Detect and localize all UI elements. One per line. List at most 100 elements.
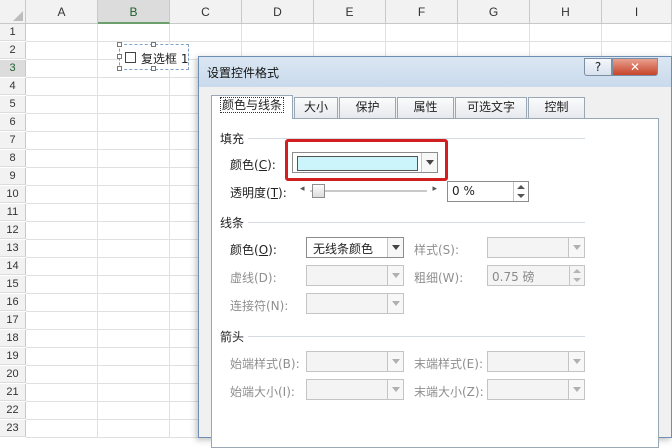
section-divider xyxy=(248,222,585,223)
end-size-label: 末端大小(Z): xyxy=(414,385,484,399)
line-color-dropdown[interactable]: 无线条颜色 xyxy=(306,237,404,258)
row-header-2[interactable]: 2 xyxy=(0,42,26,59)
chevron-down-icon xyxy=(568,380,584,399)
row-header-15[interactable]: 15 xyxy=(0,276,26,293)
line-style-dropdown xyxy=(487,237,585,258)
resize-handle[interactable] xyxy=(151,66,156,71)
transparency-value: 0 % xyxy=(452,184,475,198)
column-header-d[interactable]: D xyxy=(242,0,314,24)
arrows-section-title: 箭头 xyxy=(220,330,245,344)
resize-handle[interactable] xyxy=(117,42,122,47)
begin-style-label: 始端样式(B): xyxy=(230,357,300,371)
row-header-20[interactable]: 20 xyxy=(0,366,26,383)
tab-size[interactable]: 大小 xyxy=(294,97,338,118)
column-header-i[interactable]: I xyxy=(602,0,672,24)
section-divider xyxy=(248,336,585,337)
dialog-title: 设置控件格式 xyxy=(207,66,280,80)
transparency-spinner[interactable]: 0 % xyxy=(447,181,529,202)
column-header-b[interactable]: B xyxy=(98,0,170,24)
column-header-a[interactable]: A xyxy=(26,0,98,24)
row-header-18[interactable]: 18 xyxy=(0,330,26,347)
checkbox-square[interactable] xyxy=(125,52,136,63)
tab-properties[interactable]: 属性 xyxy=(397,97,454,118)
gridline xyxy=(169,24,170,438)
connector-label: 连接符(N): xyxy=(230,299,289,313)
row-header-12[interactable]: 12 xyxy=(0,222,26,239)
weight-value: 0.75 磅 xyxy=(492,270,535,284)
line-section-title: 线条 xyxy=(220,216,245,230)
slider-track xyxy=(310,190,427,192)
chevron-down-icon xyxy=(568,352,584,371)
resize-handle[interactable] xyxy=(151,42,156,47)
row-header-7[interactable]: 7 xyxy=(0,132,26,149)
gridline xyxy=(26,41,672,42)
end-size-dropdown xyxy=(487,379,585,400)
spin-down-icon xyxy=(573,278,581,282)
row-header-10[interactable]: 10 xyxy=(0,186,26,203)
row-header-4[interactable]: 4 xyxy=(0,78,26,95)
transparency-label: 透明度(T): xyxy=(230,186,287,200)
chevron-left-icon[interactable]: ◂ xyxy=(300,184,305,194)
end-style-dropdown xyxy=(487,351,585,372)
chevron-down-icon[interactable] xyxy=(387,238,403,257)
column-header-e[interactable]: E xyxy=(314,0,386,24)
dialog-titlebar[interactable]: 设置控件格式 ? ✕ xyxy=(199,57,671,87)
resize-handle[interactable] xyxy=(117,66,122,71)
chevron-right-icon[interactable]: ▸ xyxy=(432,184,437,194)
row-header-16[interactable]: 16 xyxy=(0,294,26,311)
row-header-8[interactable]: 8 xyxy=(0,150,26,167)
end-style-label: 末端样式(E): xyxy=(414,357,483,371)
spin-up-icon[interactable] xyxy=(517,185,525,189)
row-header-11[interactable]: 11 xyxy=(0,204,26,221)
line-color-label: 颜色(O): xyxy=(230,243,277,257)
tab-alt-text[interactable]: 可选文字 xyxy=(455,97,527,118)
begin-size-label: 始端大小(I): xyxy=(230,385,295,399)
row-header-3[interactable]: 3 xyxy=(0,60,26,77)
slider-thumb[interactable] xyxy=(312,184,325,198)
select-all-corner[interactable] xyxy=(0,0,26,24)
dash-dropdown xyxy=(306,265,404,286)
close-button[interactable]: ✕ xyxy=(612,58,658,76)
resize-handle[interactable] xyxy=(117,54,122,59)
tab-control[interactable]: 控制 xyxy=(528,97,585,118)
row-header-21[interactable]: 21 xyxy=(0,384,26,401)
row-header-14[interactable]: 14 xyxy=(0,258,26,275)
fill-section-title: 填充 xyxy=(220,132,245,146)
tab-colors-lines[interactable]: 颜色与线条 xyxy=(211,95,293,119)
line-color-value: 无线条颜色 xyxy=(313,242,374,256)
weight-label: 粗细(W): xyxy=(414,271,464,285)
begin-style-dropdown xyxy=(306,351,404,372)
dash-label: 虚线(D): xyxy=(230,271,277,285)
row-header-1[interactable]: 1 xyxy=(0,24,26,41)
row-header-13[interactable]: 13 xyxy=(0,240,26,257)
connector-dropdown xyxy=(306,293,404,314)
chevron-down-icon xyxy=(568,238,584,257)
row-header-5[interactable]: 5 xyxy=(0,96,26,113)
highlight-box xyxy=(285,139,448,181)
line-style-label: 样式(S): xyxy=(414,243,460,257)
chevron-down-icon xyxy=(387,352,403,371)
chevron-down-icon xyxy=(387,380,403,399)
column-header-h[interactable]: H xyxy=(530,0,602,24)
row-header-9[interactable]: 9 xyxy=(0,168,26,185)
column-header-c[interactable]: C xyxy=(170,0,242,24)
row-header-23[interactable]: 23 xyxy=(0,420,26,437)
column-header-g[interactable]: G xyxy=(458,0,530,24)
spin-up-icon xyxy=(573,269,581,273)
help-button[interactable]: ? xyxy=(584,58,612,76)
row-header-22[interactable]: 22 xyxy=(0,402,26,419)
column-header-f[interactable]: F xyxy=(386,0,458,24)
checkbox-form-control[interactable]: 复选框 1 xyxy=(117,42,189,71)
gridline xyxy=(97,24,98,438)
row-header-17[interactable]: 17 xyxy=(0,312,26,329)
spin-down-icon[interactable] xyxy=(517,194,525,198)
row-header-19[interactable]: 19 xyxy=(0,348,26,365)
transparency-slider[interactable]: ◂ ▸ xyxy=(300,182,437,200)
checkbox-label: 复选框 1 xyxy=(141,52,189,66)
tab-protection[interactable]: 保护 xyxy=(339,97,396,118)
begin-size-dropdown xyxy=(306,379,404,400)
weight-spinner: 0.75 磅 xyxy=(487,265,585,286)
row-header-6[interactable]: 6 xyxy=(0,114,26,131)
chevron-down-icon xyxy=(387,294,403,313)
fill-color-label: 颜色(C): xyxy=(230,158,276,172)
